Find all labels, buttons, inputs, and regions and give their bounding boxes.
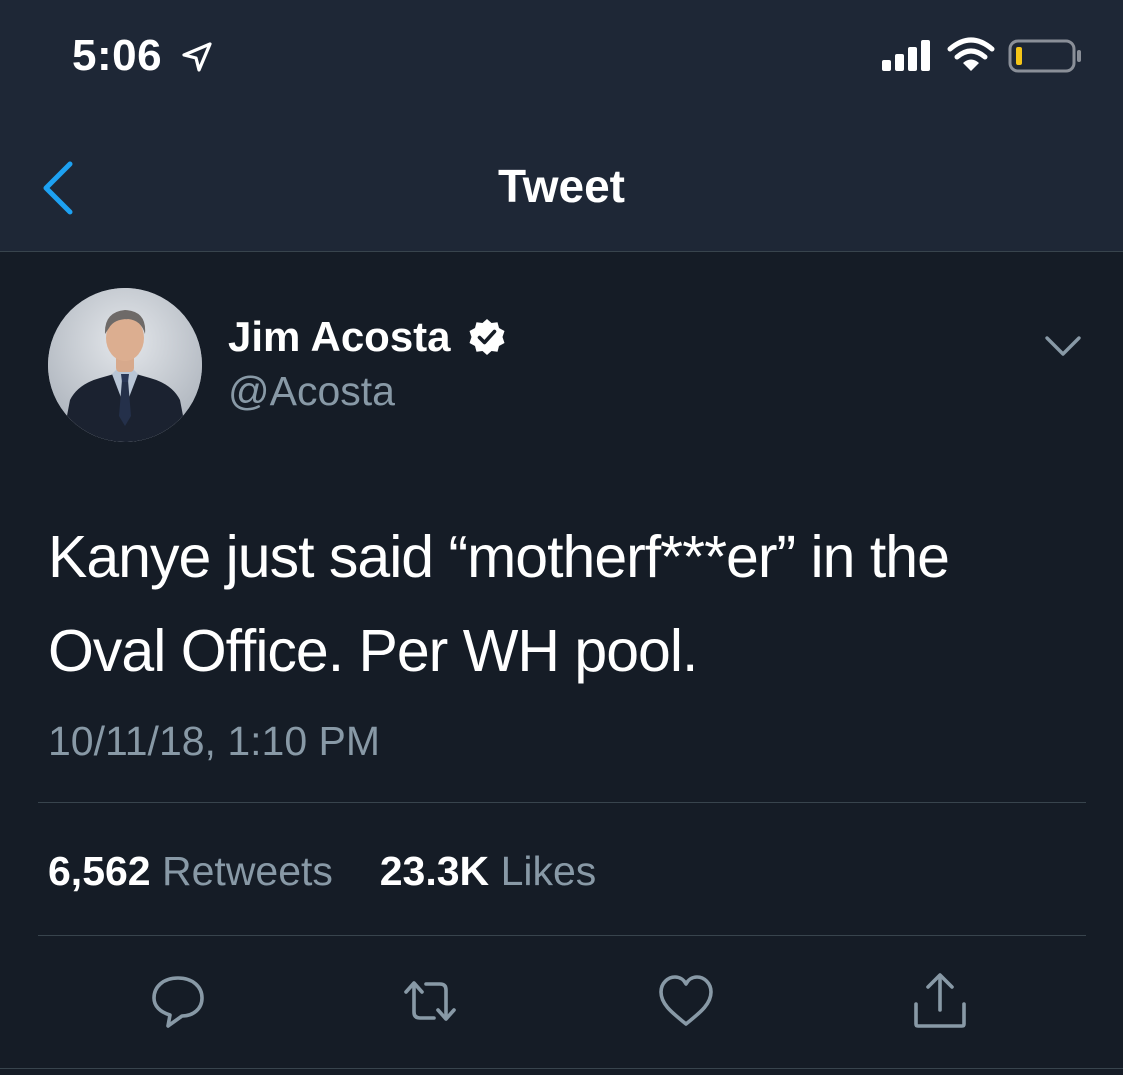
avatar-portrait-icon — [48, 288, 202, 442]
divider — [38, 935, 1086, 936]
header-divider — [0, 251, 1123, 252]
likes-stat[interactable]: 23.3K Likes — [380, 848, 597, 894]
retweets-stat[interactable]: 6,562 Retweets — [48, 848, 344, 894]
wifi-icon — [947, 37, 995, 71]
retweets-count: 6,562 — [48, 848, 151, 894]
likes-count: 23.3K — [379, 848, 490, 894]
like-icon[interactable] — [656, 970, 716, 1032]
tweet-timestamp: 10/11/18, 1:10 PM — [48, 718, 381, 764]
location-arrow-icon — [182, 42, 212, 72]
author-handle[interactable]: @Acosta — [228, 364, 395, 418]
page-title: Tweet — [498, 160, 625, 212]
battery-low-icon — [1008, 39, 1081, 73]
retweets-label: Retweets — [162, 848, 333, 894]
tweet-text: Kanye just said “motherf***er” in the Ov… — [48, 510, 1088, 698]
tweet-text-line-2: Oval Office. Per WH pool. — [48, 618, 698, 684]
chevron-down-icon[interactable] — [1040, 326, 1086, 366]
tweet-text-line-1: Kanye just said “motherf***er” in the — [48, 524, 950, 590]
status-time: 5:06 — [72, 31, 163, 80]
avatar[interactable] — [48, 288, 202, 442]
divider — [38, 802, 1086, 803]
share-icon[interactable] — [910, 970, 970, 1032]
cellular-signal-icon — [882, 40, 930, 71]
divider — [0, 1068, 1123, 1069]
likes-label: Likes — [500, 848, 597, 894]
retweet-icon[interactable] — [400, 970, 460, 1032]
reply-icon[interactable] — [148, 970, 208, 1032]
display-name[interactable]: Jim Acosta — [228, 310, 451, 364]
author-name-row[interactable]: Jim Acosta — [228, 310, 507, 364]
verified-badge-icon — [469, 319, 505, 355]
tweet-stats: 6,562 Retweets 23.3K Likes — [48, 842, 596, 900]
